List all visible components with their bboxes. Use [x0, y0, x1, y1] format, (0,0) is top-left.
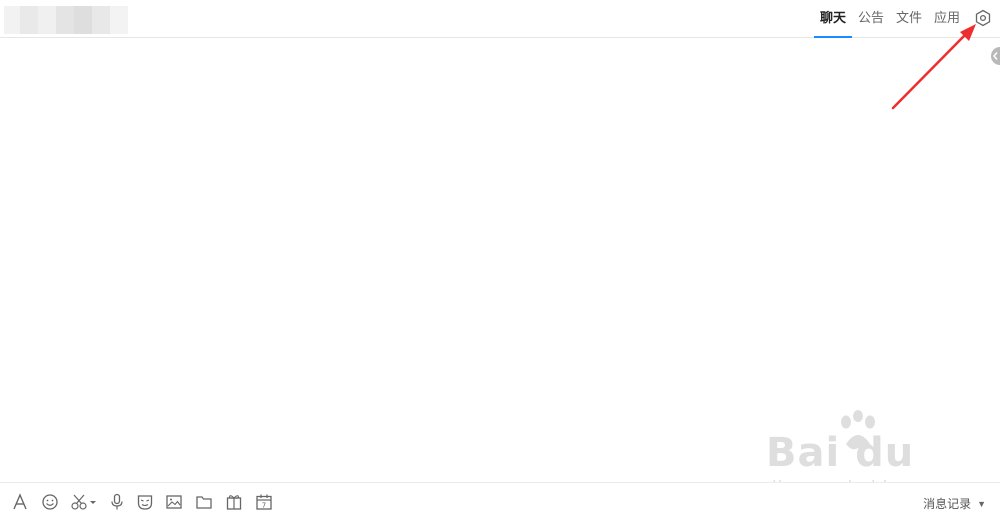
chat-tabs: 聊天 公告 文件 应用 — [813, 0, 966, 38]
emoji-icon[interactable] — [40, 492, 60, 512]
chat-header: 聊天 公告 文件 应用 — [0, 0, 1000, 38]
message-history-label: 消息记录 — [923, 497, 972, 511]
gift-icon[interactable] — [224, 492, 244, 512]
font-icon[interactable] — [10, 492, 30, 512]
tab-files[interactable]: 文件 — [890, 0, 928, 38]
message-history-button[interactable]: 消息记录 ▼ — [923, 495, 986, 512]
settings-hexagon-icon[interactable] — [974, 9, 992, 27]
folder-icon[interactable] — [194, 492, 214, 512]
collapse-panel-icon[interactable] — [990, 47, 1000, 65]
calendar-icon[interactable]: 7 — [254, 492, 274, 512]
chevron-down-icon: ▼ — [977, 499, 986, 509]
image-icon[interactable] — [164, 492, 184, 512]
sticker-icon[interactable] — [135, 492, 155, 512]
tab-chat[interactable]: 聊天 — [813, 0, 852, 38]
screenshot-scissors-icon[interactable] — [70, 492, 98, 512]
svg-text:7: 7 — [262, 502, 266, 510]
blurred-group-name — [4, 6, 144, 34]
voice-icon[interactable] — [107, 492, 127, 512]
tab-apps[interactable]: 应用 — [928, 0, 966, 38]
input-toolbar: 7 消息记录 ▼ — [0, 482, 1000, 523]
tab-announcement[interactable]: 公告 — [852, 0, 890, 38]
